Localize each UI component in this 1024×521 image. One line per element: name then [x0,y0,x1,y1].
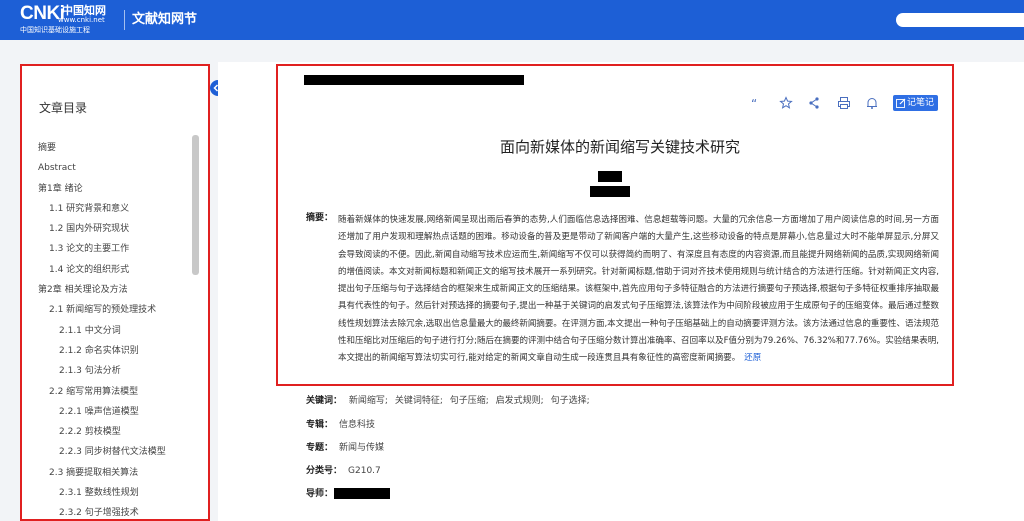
keywords-label: 关键词： [306,396,343,406]
favorite-button[interactable] [778,95,794,111]
advisor-row: 导师： [306,488,333,500]
topic-row: 专题： 新闻与传媒 [306,442,384,454]
toc-title: 文章目录 [39,101,88,115]
quote-icon: “ [751,97,757,111]
toc-item[interactable]: 2.3.1 整数线性规划 [22,483,208,503]
toc-item[interactable]: 2.2.2 剪枝模型 [22,422,208,442]
major-label: 专辑： [306,420,334,430]
toc-item[interactable]: 1.4 论文的组织形式 [22,260,208,280]
toc-item[interactable]: 摘要 [22,138,208,158]
top-header: CNKi 中国知网 www.cnki.net 中国知识基础设施工程 文献知网节 [0,0,1024,40]
share-button[interactable] [806,95,822,111]
keyword-link[interactable]: 句子选择; [551,396,590,406]
class-row: 分类号： G210.7 [306,465,381,477]
logo-sub-text: 中国知识基础设施工程 [20,26,90,34]
toc-item[interactable]: 2.2.1 噪声信道模型 [22,402,208,422]
toc-item[interactable]: 2.3 摘要提取相关算法 [22,463,208,483]
class-value: G210.7 [348,466,381,476]
toc-item[interactable]: 第1章 绪论 [22,179,208,199]
advisor-label: 导师： [306,489,334,499]
major-row: 专辑： 信息科技 [306,419,375,431]
abstract-text: 随着新媒体的快速发展,网络新闻呈现出雨后春笋的态势,人们面临信息选择困难、信息超… [338,212,939,368]
keyword-link[interactable]: 句子压缩; [450,396,489,406]
take-note-button[interactable]: 记笔记 [893,95,938,111]
toc-item[interactable]: Abstract [22,158,208,178]
cnki-logo[interactable]: CNKi 中国知网 www.cnki.net 中国知识基础设施工程 [20,4,120,36]
toc-list: 摘要 Abstract 第1章 绪论 1.1 研究背景和意义 1.2 国内外研究… [22,138,208,519]
keyword-link[interactable]: 关键词特征; [395,396,443,406]
redacted-advisor [334,488,390,499]
restore-link[interactable]: 还原 [744,353,761,363]
toc-item[interactable]: 2.2.3 同步树替代文法模型 [22,442,208,462]
print-button[interactable] [836,95,852,111]
topic-value[interactable]: 新闻与传媒 [339,443,384,453]
toc-item[interactable]: 2.2 缩写常用算法模型 [22,382,208,402]
redacted-source-bar [304,75,524,85]
edit-icon [896,98,906,108]
alert-button[interactable] [864,95,880,111]
paper-title: 面向新媒体的新闻缩写关键技术研究 [499,138,740,156]
star-icon [779,96,793,109]
keywords-row: 关键词： 新闻缩写; 关键词特征; 句子压缩; 启发式规则; 句子选择; [306,395,590,407]
logo-url-text: www.cnki.net [58,16,105,24]
header-divider [124,10,125,30]
toc-panel: 文章目录 摘要 Abstract 第1章 绪论 1.1 研究背景和意义 1.2 … [20,64,210,521]
toc-item[interactable]: 1.3 论文的主要工作 [22,239,208,259]
toc-scrollbar[interactable] [192,135,199,275]
major-value: 信息科技 [339,420,376,430]
take-note-label: 记笔记 [907,98,935,108]
site-name: 文献知网节 [132,12,198,27]
redacted-author [598,171,622,182]
redacted-institution [590,186,630,197]
keyword-link[interactable]: 启发式规则; [496,396,544,406]
keyword-link[interactable]: 新闻缩写; [349,396,388,406]
abstract-body: 随着新媒体的快速发展,网络新闻呈现出雨后春笋的态势,人们面临信息选择困难、信息超… [338,215,939,364]
toc-item[interactable]: 2.1.2 命名实体识别 [22,341,208,361]
toc-item[interactable]: 1.2 国内外研究现状 [22,219,208,239]
toc-item[interactable]: 2.1.1 中文分词 [22,321,208,341]
bell-icon [867,98,877,109]
abstract-label: 摘要： [306,213,334,223]
header-search-input[interactable] [896,13,1024,27]
toc-item[interactable]: 第2章 相关理论及方法 [22,280,208,300]
class-label: 分类号： [306,466,343,476]
toc-item[interactable]: 2.1.3 句法分析 [22,361,208,381]
share-icon [809,97,819,109]
quote-button[interactable]: “ [748,95,764,111]
toc-item[interactable]: 2.3.2 句子增强技术 [22,503,208,519]
toc-item[interactable]: 1.1 研究背景和意义 [22,199,208,219]
toc-item[interactable]: 2.1 新闻缩写的预处理技术 [22,300,208,320]
topic-label: 专题： [306,443,334,453]
print-icon [838,97,850,109]
svg-text:“: “ [751,97,757,111]
